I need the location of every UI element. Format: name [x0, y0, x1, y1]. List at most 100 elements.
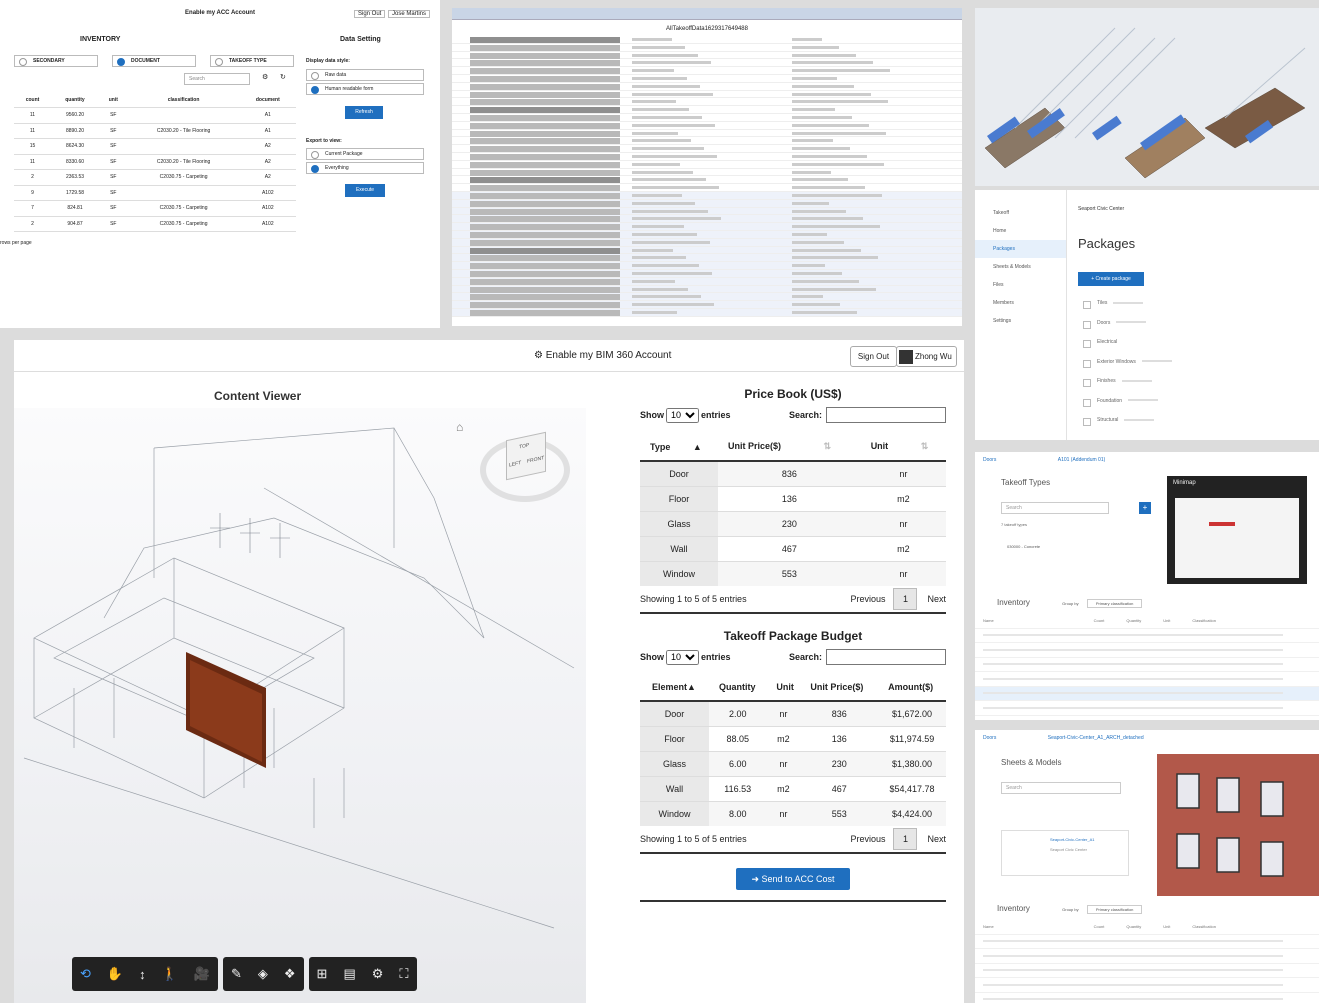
viewcube-top-face[interactable]: TOP [519, 442, 529, 450]
list-item[interactable] [975, 686, 1319, 701]
sign-out-button[interactable]: Sign Out [354, 10, 386, 18]
sidebar-item-takeoff[interactable]: Takeoff [975, 204, 1066, 222]
measure-icon[interactable]: ✎ [231, 966, 242, 982]
list-item[interactable] [975, 993, 1319, 1003]
col-amount[interactable]: Amount($) [878, 673, 946, 702]
table-row[interactable]: Wall 116.53 m2 467 $54,417.78 [640, 775, 946, 801]
sheet-row[interactable] [452, 293, 962, 302]
sidebar-item-home[interactable]: Home [975, 222, 1066, 240]
walk-icon[interactable]: 🚶 [162, 966, 178, 982]
sheet-row[interactable] [452, 153, 962, 161]
col-count[interactable]: count [14, 92, 51, 108]
list-item[interactable] [975, 978, 1319, 993]
list-item[interactable] [975, 658, 1319, 672]
filter-right[interactable]: Seaport-Civic-Center_A1_ARCH_detached [1048, 735, 1144, 741]
list-item[interactable] [975, 935, 1319, 949]
column-header[interactable]: Classification [1192, 924, 1216, 929]
table-row[interactable]: Glass 230 nr [640, 510, 946, 536]
sheet-row[interactable] [452, 98, 962, 107]
sign-out-button[interactable]: Sign Out [850, 346, 897, 367]
filter-left[interactable]: Doors [983, 457, 996, 463]
table-row[interactable]: 7 824.81 SF C2030.75 - Carpeting A102 [14, 200, 296, 217]
next-button[interactable]: Next [927, 834, 946, 844]
sheet-row[interactable] [452, 215, 962, 224]
table-row[interactable]: Wall 467 m2 [640, 535, 946, 561]
table-row[interactable]: 2 904.87 SF C2030.75 - Carpeting A102 [14, 216, 296, 232]
column-header[interactable]: Name [983, 618, 994, 623]
sheet-row[interactable] [452, 106, 962, 114]
viewcube-left-face[interactable]: LEFT [509, 460, 521, 469]
package-item[interactable]: Doors [1083, 314, 1172, 334]
package-item[interactable]: Tiles [1083, 294, 1172, 314]
table-row[interactable]: Glass 6.00 nr 230 $1,380.00 [640, 750, 946, 776]
previous-button[interactable]: Previous [850, 594, 885, 604]
page-1-button[interactable]: 1 [893, 828, 918, 850]
column-header[interactable]: Unit [1163, 924, 1170, 929]
sheet-row[interactable] [452, 161, 962, 169]
sheet-row[interactable] [452, 83, 962, 91]
table-row[interactable]: Floor 88.05 m2 136 $11,974.59 [640, 725, 946, 751]
col-type[interactable]: Type ▲ [640, 433, 718, 462]
sidebar-item-members[interactable]: Members [975, 294, 1066, 312]
col-element[interactable]: Element▲ [640, 673, 710, 702]
minimap-canvas[interactable] [1175, 498, 1299, 578]
radio-everything[interactable]: Everything [306, 162, 424, 174]
radio-human-readable[interactable]: Human readable form [306, 83, 424, 95]
list-item[interactable] [975, 949, 1319, 964]
sheet-row[interactable] [452, 169, 962, 177]
sheet-row[interactable] [452, 184, 962, 192]
table-row[interactable]: Door 2.00 nr 836 $1,672.00 [640, 700, 946, 726]
price-book-search-input[interactable] [826, 407, 946, 423]
sheet-row[interactable] [452, 122, 962, 130]
fullscreen-icon[interactable]: ⛶ [399, 966, 408, 982]
sheet-row[interactable] [452, 207, 962, 216]
sheet-row[interactable] [452, 52, 962, 60]
col-unit[interactable]: Unit ⇅ [860, 433, 946, 462]
model-name[interactable]: Seaport-Civic-Center_A1 [1050, 837, 1094, 842]
sheet-row[interactable] [452, 145, 962, 153]
sheet-row[interactable] [452, 36, 962, 44]
sheet-row[interactable] [452, 91, 962, 99]
list-item[interactable] [975, 629, 1319, 643]
settings-icon[interactable]: ⚙ [372, 966, 384, 982]
radio-secondary[interactable]: SECONDARY [14, 55, 98, 67]
sheets-search-input[interactable]: Search [1001, 782, 1121, 794]
takeoff-search-input[interactable]: Search [1001, 502, 1109, 514]
sheet-row[interactable] [452, 59, 962, 68]
table-row[interactable]: Window 553 nr [640, 560, 946, 586]
package-item[interactable]: Foundation [1083, 392, 1172, 412]
package-item[interactable]: Finishes [1083, 372, 1172, 392]
column-header[interactable]: Unit [1163, 618, 1170, 623]
sheet-row[interactable] [452, 191, 962, 200]
sheet-row[interactable] [452, 223, 962, 231]
list-item[interactable]: Name Count Quantity Unit Classification [975, 614, 1319, 629]
col-quantity[interactable]: quantity [50, 92, 99, 108]
column-header[interactable]: Quantity [1126, 924, 1141, 929]
inventory-search-input[interactable]: Search [184, 73, 250, 85]
sheet-row[interactable] [452, 254, 962, 263]
col-unit-price[interactable]: Unit Price($) [800, 673, 879, 702]
sheet-row[interactable] [452, 44, 962, 52]
col-document[interactable]: document [239, 92, 296, 108]
list-item[interactable] [975, 701, 1319, 716]
column-header[interactable]: Name [983, 924, 994, 929]
col-quantity[interactable]: Quantity [709, 673, 767, 702]
radio-current-package[interactable]: Current Package [306, 148, 424, 160]
camera-icon[interactable]: 🎥 [194, 966, 210, 982]
table-row[interactable]: Floor 136 m2 [640, 485, 946, 511]
sheet-row[interactable] [452, 238, 962, 247]
col-unit-price[interactable]: Unit Price($) ⇅ [717, 433, 861, 462]
column-header[interactable]: Count [1094, 924, 1105, 929]
radio-document[interactable]: DOCUMENT [112, 55, 196, 67]
table-row[interactable]: Door 836 nr [640, 460, 946, 486]
list-item[interactable]: Name Count Quantity Unit Classification [975, 920, 1319, 935]
sheet-row[interactable] [452, 67, 962, 75]
next-button[interactable]: Next [927, 594, 946, 604]
settings-icon[interactable]: ⚙ [262, 73, 268, 81]
table-row[interactable]: 11 8330.60 SF C2030.20 - Tile Flooring A2 [14, 154, 296, 170]
previous-button[interactable]: Previous [850, 834, 885, 844]
table-row[interactable]: 11 8890.20 SF C2030.20 - Tile Flooring A1 [14, 123, 296, 139]
sheet-row[interactable] [452, 308, 962, 317]
sheet-row[interactable] [452, 285, 962, 294]
sheet-row[interactable] [452, 269, 962, 278]
